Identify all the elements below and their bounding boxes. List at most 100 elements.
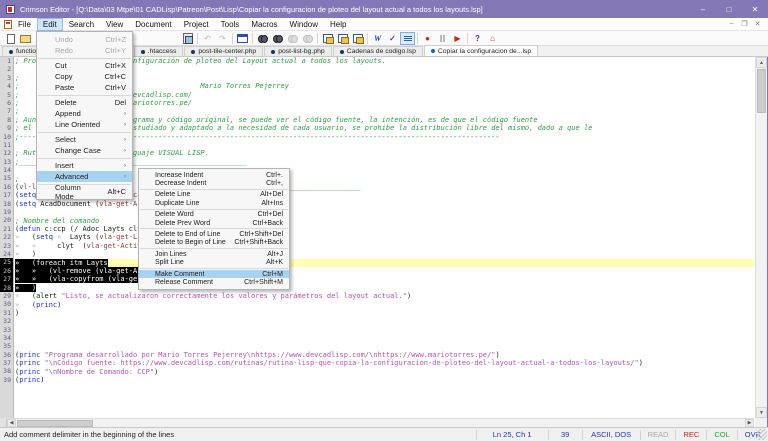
code-line[interactable] bbox=[15, 334, 754, 342]
menubar-item-window[interactable]: Window bbox=[285, 19, 323, 30]
home-icon[interactable]: ⌂ bbox=[485, 32, 500, 45]
code-line[interactable]: (princ "\nNombre de Comando: CCP") bbox=[15, 368, 754, 376]
code-line[interactable]: (setq AcadDocument (vla-get-ActiveDocume… bbox=[15, 200, 754, 208]
code-line[interactable]: » » (vla-copyfrom (vla-get-ActiveLayout … bbox=[15, 275, 754, 283]
spell-check-icon[interactable]: ✓ bbox=[385, 32, 400, 45]
code-line[interactable]: » ) bbox=[15, 250, 754, 258]
submenu-item-release-comment[interactable]: Release CommentCtrl+Shift+M bbox=[139, 278, 289, 286]
line-numbers-icon[interactable] bbox=[400, 32, 415, 45]
code-line[interactable]: (princ "Programa desarrollado por Mario … bbox=[15, 351, 754, 359]
scroll-left-icon[interactable]: ◀ bbox=[7, 419, 16, 427]
menubar-item-tools[interactable]: Tools bbox=[216, 19, 245, 30]
menu-item-advanced[interactable]: Advanced› bbox=[37, 171, 132, 182]
find-icon[interactable] bbox=[255, 32, 270, 45]
open-folder-icon[interactable] bbox=[18, 32, 33, 45]
menu-item-paste[interactable]: PasteCtrl+V bbox=[37, 82, 132, 93]
maximize-button[interactable]: □ bbox=[716, 0, 742, 18]
menubar-item-macros[interactable]: Macros bbox=[246, 19, 282, 30]
submenu-item-delete-line[interactable]: Delete LineAlt+Del bbox=[139, 191, 289, 199]
menubar-item-edit[interactable]: Edit bbox=[38, 19, 62, 30]
vertical-scrollbar[interactable]: ▲ ▼ bbox=[755, 57, 767, 418]
code-line[interactable]: ; Nombre del comando bbox=[15, 217, 754, 225]
scroll-down-icon[interactable]: ▼ bbox=[756, 407, 767, 418]
menu-item-delete[interactable]: DeleteDel bbox=[37, 97, 132, 108]
menu-item-append[interactable]: Append› bbox=[37, 108, 132, 119]
code-line[interactable]: » (alert "Listo, se actualizaron correct… bbox=[15, 292, 754, 300]
submenu-arrow-icon: › bbox=[124, 163, 126, 169]
tab--htaccess[interactable]: .htaccess bbox=[134, 46, 184, 56]
tab-cadenas-de-codigo-lsp[interactable]: Cadenas de codigo.lsp bbox=[333, 46, 423, 56]
tab-post-tile-center-php[interactable]: post-tile-center.php bbox=[184, 46, 263, 56]
menubar-item-help[interactable]: Help bbox=[325, 19, 351, 30]
code-line[interactable] bbox=[15, 208, 754, 216]
find-in-files-icon[interactable] bbox=[270, 32, 285, 45]
submenu-item-increase-indent[interactable]: Increase IndentCtrl+. bbox=[139, 171, 289, 179]
menubar-item-search[interactable]: Search bbox=[64, 19, 99, 30]
vertical-scroll-thumb[interactable] bbox=[757, 69, 766, 113]
menu-item-change-case[interactable]: Change Case› bbox=[37, 145, 132, 156]
paste-icon[interactable] bbox=[180, 32, 195, 45]
horizontal-scrollbar[interactable]: ◀ ▶ bbox=[0, 418, 754, 427]
code-line[interactable] bbox=[15, 326, 754, 334]
code-line[interactable]: » (foreach itm Layts bbox=[15, 259, 754, 267]
submenu-item-delete-prev-word[interactable]: Delete Prev WordCtrl+Back bbox=[139, 219, 289, 227]
code-line[interactable] bbox=[15, 317, 754, 325]
find-next-icon[interactable] bbox=[300, 32, 315, 45]
undo-icon[interactable]: ↶ bbox=[200, 32, 215, 45]
code-line[interactable]: » » (vl-remove (vla-get-ActiveLayout Ado… bbox=[15, 267, 754, 275]
code-line[interactable]: » (princ) bbox=[15, 301, 754, 309]
new-file-icon[interactable] bbox=[3, 32, 18, 45]
mdi-close-icon[interactable]: ✕ bbox=[751, 20, 764, 28]
mdi-minimize-icon[interactable]: – bbox=[725, 20, 738, 28]
code-line[interactable] bbox=[15, 343, 754, 351]
submenu-item-delete-to-begin-of-line[interactable]: Delete to Begin of LineCtrl+Shift+Back bbox=[139, 239, 289, 247]
redo-icon[interactable]: ↷ bbox=[215, 32, 230, 45]
scroll-right-icon[interactable]: ▶ bbox=[745, 419, 754, 427]
resize-grip[interactable] bbox=[756, 429, 767, 440]
play-macro-icon[interactable]: ▶ bbox=[450, 32, 465, 45]
menu-item-column-mode[interactable]: Column ModeAlt+C bbox=[37, 186, 132, 197]
menu-item-redo[interactable]: RedoCtrl+Y bbox=[37, 45, 132, 56]
code-line[interactable]: » » clyt (vla-get-ActiveLayout Adoc)) bbox=[15, 242, 754, 250]
code-line[interactable]: (princ "\nCódigo fuente: https://www.dev… bbox=[15, 359, 754, 367]
record-macro-icon[interactable]: ● bbox=[420, 32, 435, 45]
window-cascade-icon[interactable] bbox=[335, 32, 350, 45]
code-line[interactable]: » (setq » Layts (vla-get-Layouts Adoc) bbox=[15, 233, 754, 241]
menu-item-insert[interactable]: Insert› bbox=[37, 160, 132, 171]
code-line[interactable]: » ) bbox=[15, 284, 754, 292]
menubar-item-file[interactable]: File bbox=[13, 19, 36, 30]
submenu-item-split-line[interactable]: Split LineAlt+K bbox=[139, 259, 289, 267]
menubar-item-project[interactable]: Project bbox=[179, 19, 214, 30]
code-line[interactable]: (princ) bbox=[15, 376, 754, 384]
tab-copiar-la-configuracion-de-lsp[interactable]: Copiar la configuracion de...lsp bbox=[424, 45, 538, 56]
submenu-item-duplicate-line[interactable]: Duplicate LineAlt+Ins bbox=[139, 199, 289, 207]
menu-item-cut[interactable]: CutCtrl+X bbox=[37, 60, 132, 71]
close-button[interactable]: ✕ bbox=[742, 0, 768, 18]
terminal-icon[interactable] bbox=[235, 32, 250, 45]
menubar-item-view[interactable]: View bbox=[101, 19, 128, 30]
menu-item-copy[interactable]: CopyCtrl+C bbox=[37, 71, 132, 82]
splitter-box[interactable] bbox=[0, 419, 7, 427]
mdi-restore-icon[interactable]: ❐ bbox=[738, 20, 751, 28]
scroll-up-icon[interactable]: ▲ bbox=[756, 57, 767, 68]
menu-item-line-oriented[interactable]: Line Oriented› bbox=[37, 119, 132, 130]
submenu-item-decrease-indent[interactable]: Decrease IndentCtrl+, bbox=[139, 179, 289, 187]
tab-post-list-bg-php[interactable]: post-list-bg.php bbox=[264, 46, 331, 56]
pause-macro-icon[interactable] bbox=[435, 32, 450, 45]
submenu-item-delete-to-end-of-line[interactable]: Delete to End of LineCtrl+Shift+Del bbox=[139, 230, 289, 238]
submenu-item-make-comment[interactable]: Make CommentCtrl+M bbox=[139, 270, 289, 278]
submenu-item-delete-word[interactable]: Delete WordCtrl+Del bbox=[139, 211, 289, 219]
word-wrap-icon[interactable]: W bbox=[370, 32, 385, 45]
menu-item-undo[interactable]: UndoCtrl+Z bbox=[37, 34, 132, 45]
minimize-button[interactable]: – bbox=[690, 0, 716, 18]
menu-item-select[interactable]: Select› bbox=[37, 134, 132, 145]
find-prev-icon[interactable] bbox=[285, 32, 300, 45]
code-line[interactable]: (defun c:ccp (/ Adoc Layts clyt) bbox=[15, 225, 754, 233]
window-arrange-icon[interactable] bbox=[350, 32, 365, 45]
code-line[interactable]: ) bbox=[15, 309, 754, 317]
horizontal-scroll-thumb[interactable] bbox=[17, 420, 93, 427]
menubar-item-document[interactable]: Document bbox=[130, 19, 176, 30]
window-tile-icon[interactable] bbox=[320, 32, 335, 45]
submenu-item-join-lines[interactable]: Join LinesAlt+J bbox=[139, 250, 289, 258]
help-icon[interactable]: ? bbox=[470, 32, 485, 45]
